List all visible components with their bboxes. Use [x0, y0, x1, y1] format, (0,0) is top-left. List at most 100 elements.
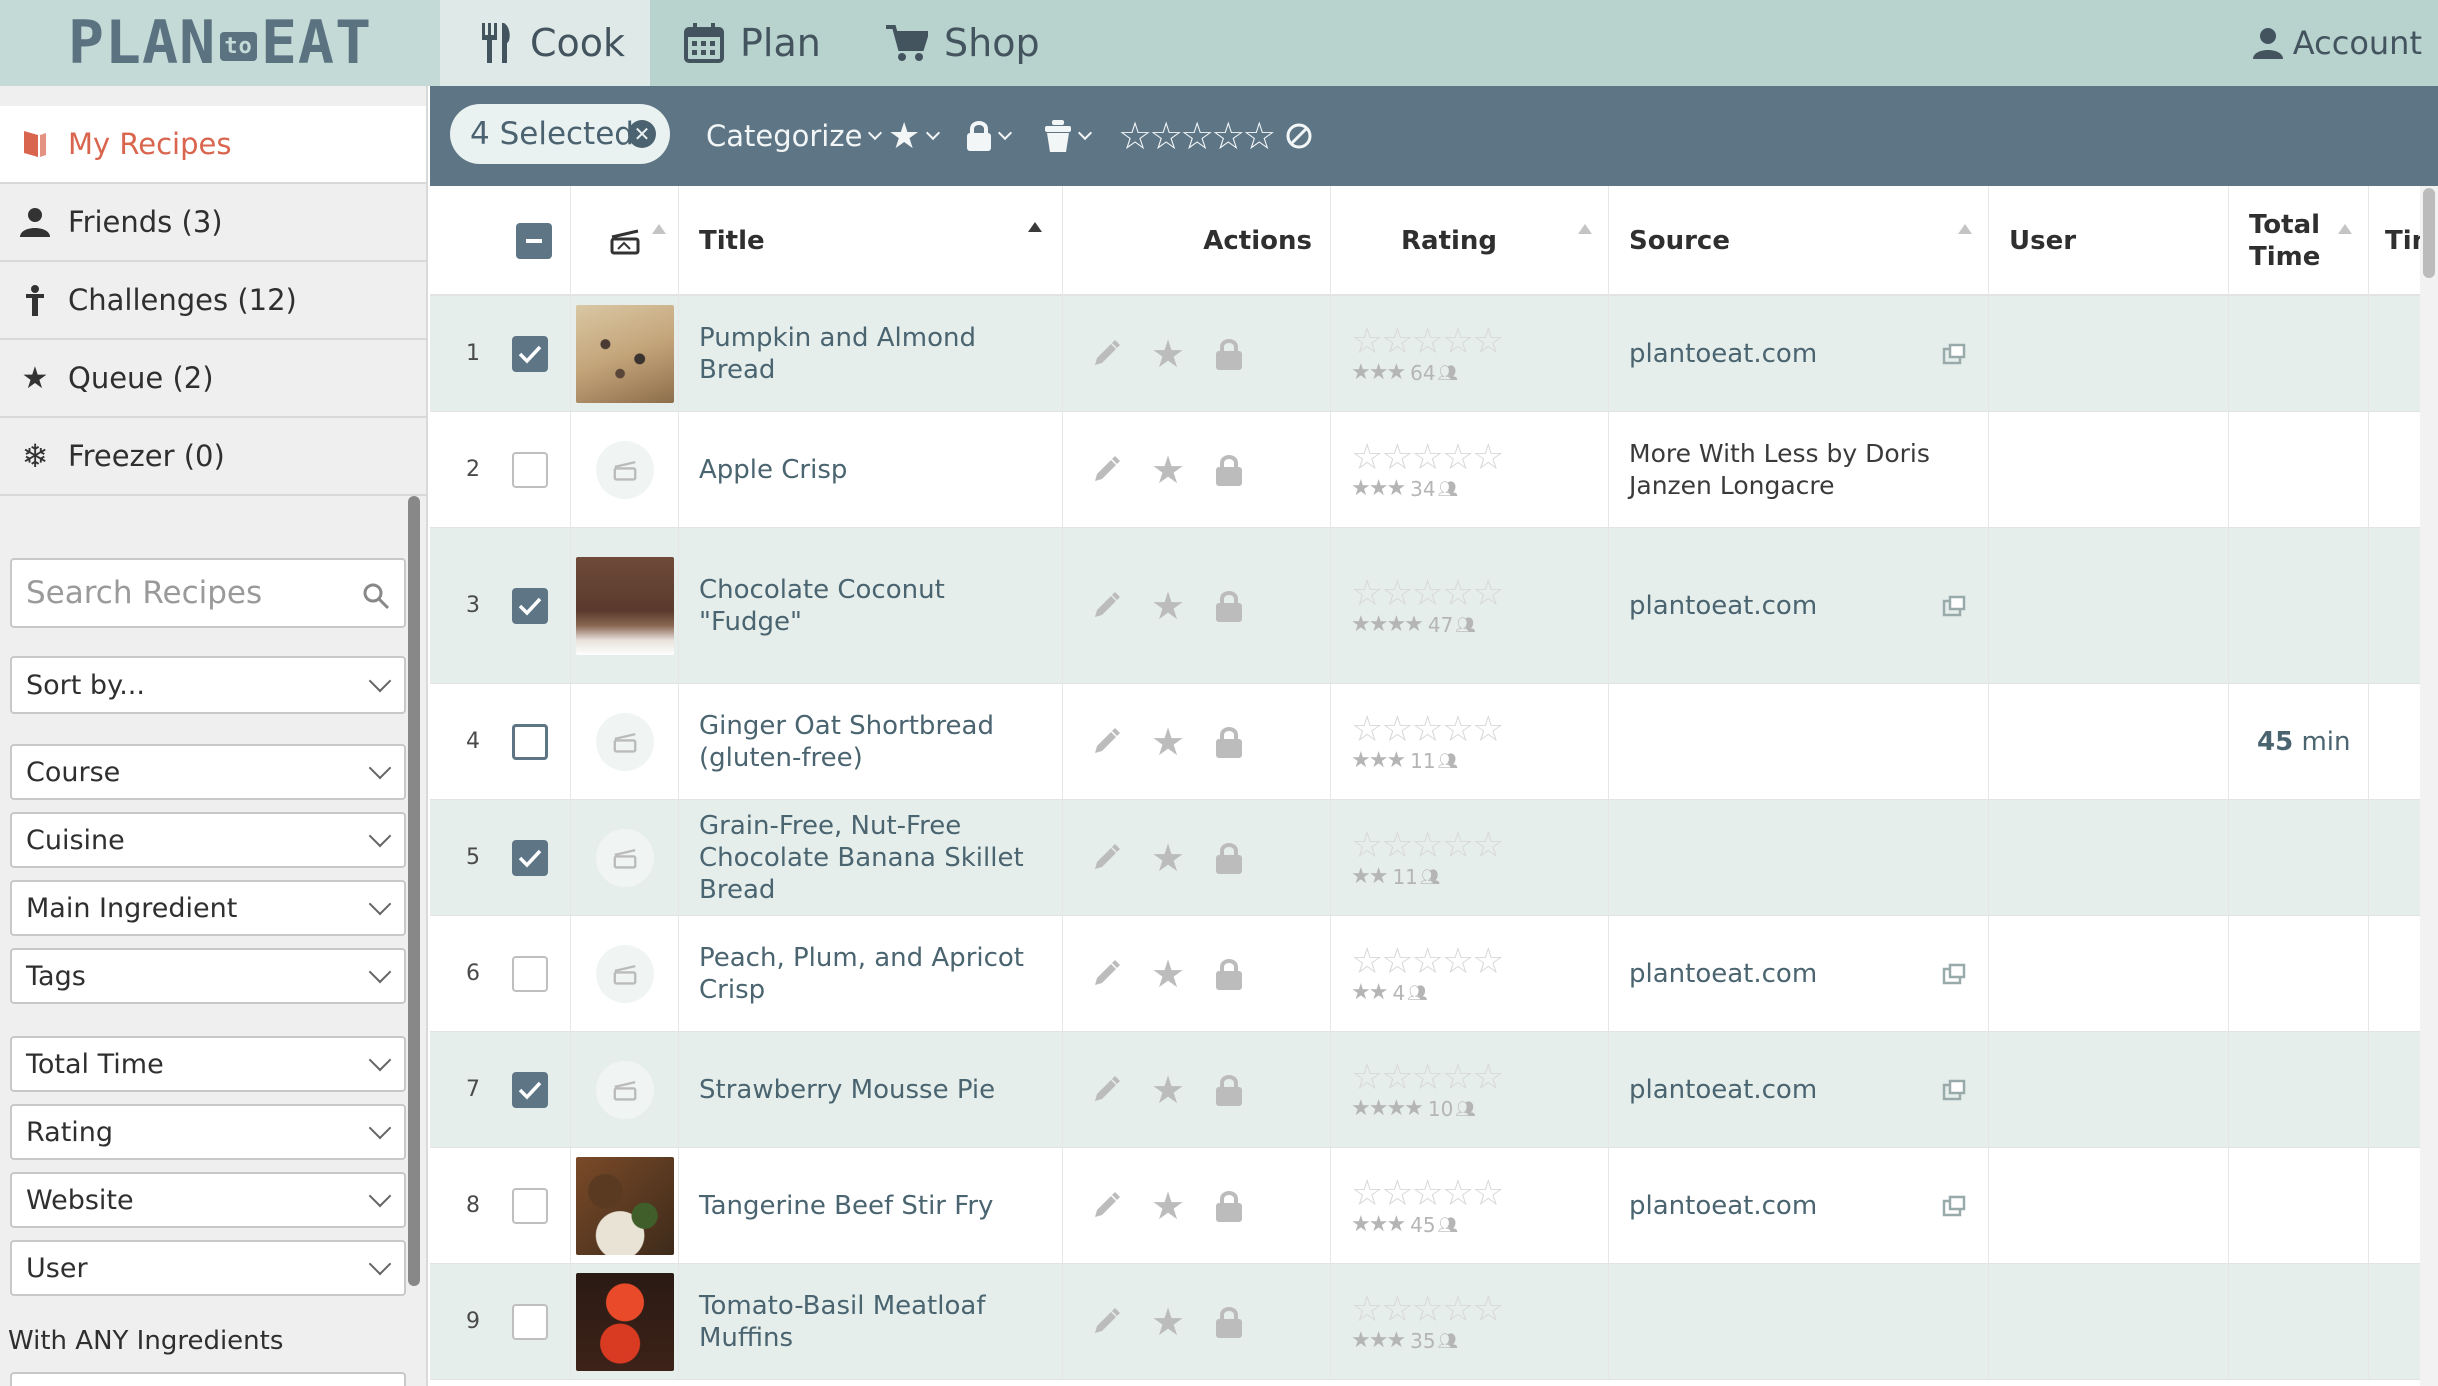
edit-pencil-icon[interactable]	[1091, 843, 1121, 873]
rating-cell[interactable]: ☆☆☆☆☆ ★★ 11 👥︎	[1330, 800, 1608, 915]
recipe-photo[interactable]	[575, 556, 674, 655]
edit-pencil-icon[interactable]	[1091, 1191, 1121, 1221]
my-rating-stars[interactable]: ☆☆☆☆☆	[1351, 827, 1504, 864]
photo-cell[interactable]	[570, 916, 678, 1031]
row-select-cell[interactable]	[490, 412, 570, 527]
photo-placeholder-icon[interactable]	[595, 712, 654, 771]
sort-select[interactable]: Sort by...	[10, 656, 406, 714]
photo-cell[interactable]	[570, 800, 678, 915]
recipe-title-link[interactable]: Tangerine Beef Stir Fry	[679, 1190, 1003, 1222]
rate-stars[interactable]: ☆☆☆☆☆	[1118, 86, 1313, 186]
table-row[interactable]: 1 Pumpkin and Almond Bread ★ ☆☆☆☆☆ ★★★ 64…	[430, 296, 2420, 412]
recipe-title-link[interactable]: Pumpkin and Almond Bread	[679, 322, 1062, 386]
rating-cell[interactable]: ☆☆☆☆☆ ★★★ 34 👥︎	[1330, 412, 1608, 527]
table-row[interactable]: 2 Apple Crisp ★ ☆☆☆☆☆ ★★★ 34 👥︎ More Wit…	[430, 412, 2420, 528]
lock-icon[interactable]	[1215, 841, 1243, 875]
tab-plan[interactable]: Plan	[684, 0, 821, 86]
recipe-title-link[interactable]: Strawberry Mousse Pie	[679, 1074, 1005, 1106]
table-row[interactable]: 3 Chocolate Coconut "Fudge" ★ ☆☆☆☆☆ ★★★★…	[430, 528, 2420, 684]
queue-star-icon[interactable]: ★	[1151, 335, 1185, 373]
photo-cell[interactable]	[570, 684, 678, 799]
recipe-title-link[interactable]: Grain-Free, Nut-Free Chocolate Banana Sk…	[679, 810, 1062, 906]
title-cell[interactable]: Tangerine Beef Stir Fry	[678, 1148, 1062, 1263]
recipe-title-link[interactable]: Apple Crisp	[679, 454, 857, 486]
recipe-title-link[interactable]: Tomato-Basil Meatloaf Muffins	[679, 1290, 1062, 1354]
title-cell[interactable]: Grain-Free, Nut-Free Chocolate Banana Sk…	[678, 800, 1062, 915]
queue-star-icon[interactable]: ★	[1151, 451, 1185, 489]
title-cell[interactable]: Apple Crisp	[678, 412, 1062, 527]
header-title[interactable]: Title	[678, 186, 1062, 296]
row-checkbox[interactable]	[512, 723, 548, 760]
edit-pencil-icon[interactable]	[1091, 591, 1121, 621]
rating-cell[interactable]: ☆☆☆☆☆ ★★★ 11 👥︎	[1330, 684, 1608, 799]
ingredients-input[interactable]	[10, 1372, 406, 1386]
filter-course[interactable]: Course	[10, 744, 406, 800]
clear-rating-icon[interactable]	[1285, 122, 1313, 150]
queue-star-icon[interactable]: ★	[1151, 955, 1185, 993]
queue-menu[interactable]: ★	[888, 86, 941, 186]
filter-main-ingredient[interactable]: Main Ingredient	[10, 880, 406, 936]
title-cell[interactable]: Chocolate Coconut "Fudge"	[678, 528, 1062, 683]
table-scrollbar[interactable]	[2420, 186, 2438, 1386]
row-select-cell[interactable]	[490, 1032, 570, 1147]
row-select-cell[interactable]	[490, 916, 570, 1031]
lock-icon[interactable]	[1215, 337, 1243, 371]
source-link[interactable]: plantoeat.com	[1609, 1074, 1817, 1106]
header-user[interactable]: User	[1988, 186, 2228, 296]
photo-placeholder-icon[interactable]	[595, 440, 654, 499]
edit-pencil-icon[interactable]	[1091, 1075, 1121, 1105]
sidebar-item-freezer[interactable]: ❄ Freezer (0)	[0, 418, 426, 496]
external-link-icon[interactable]	[1942, 343, 1966, 365]
row-checkbox[interactable]	[512, 451, 548, 488]
row-checkbox[interactable]	[512, 587, 548, 624]
photo-placeholder-icon[interactable]	[595, 828, 654, 887]
queue-star-icon[interactable]: ★	[1151, 723, 1185, 761]
table-row[interactable]: 7 Strawberry Mousse Pie ★ ☆☆☆☆☆ ★★★★ 10 👥︎	[430, 1032, 2420, 1148]
filter-cuisine[interactable]: Cuisine	[10, 812, 406, 868]
freezer-menu[interactable]	[1044, 86, 1093, 186]
recipe-title-link[interactable]: Chocolate Coconut "Fudge"	[679, 574, 1062, 638]
header-extra-time[interactable]: Tim	[2368, 186, 2420, 296]
photo-cell[interactable]	[570, 1264, 678, 1379]
rating-cell[interactable]: ☆☆☆☆☆ ★★★ 35 👥︎	[1330, 1264, 1608, 1379]
edit-pencil-icon[interactable]	[1091, 455, 1121, 485]
row-checkbox[interactable]	[512, 1303, 548, 1340]
lock-icon[interactable]	[1215, 725, 1243, 759]
row-checkbox[interactable]	[512, 955, 548, 992]
sidebar-item-friends[interactable]: Friends (3)	[0, 184, 426, 262]
tab-shop[interactable]: Shop	[886, 0, 1040, 86]
lock-icon[interactable]	[1215, 453, 1243, 487]
title-cell[interactable]: Tomato-Basil Meatloaf Muffins	[678, 1264, 1062, 1379]
title-cell[interactable]: Peach, Plum, and Apricot Crisp	[678, 916, 1062, 1031]
table-row[interactable]: 9 Tomato-Basil Meatloaf Muffins ★ ☆☆☆☆☆ …	[430, 1264, 2420, 1380]
title-cell[interactable]: Strawberry Mousse Pie	[678, 1032, 1062, 1147]
categorize-menu[interactable]: Categorize	[706, 86, 883, 186]
source-link[interactable]: plantoeat.com	[1609, 338, 1817, 370]
filter-tags[interactable]: Tags	[10, 948, 406, 1004]
lock-icon[interactable]	[1215, 1305, 1243, 1339]
account-menu[interactable]: Account	[2252, 0, 2422, 86]
edit-pencil-icon[interactable]	[1091, 727, 1121, 757]
external-link-icon[interactable]	[1942, 595, 1966, 617]
photo-cell[interactable]	[570, 412, 678, 527]
photo-cell[interactable]	[570, 1032, 678, 1147]
recipe-photo[interactable]	[575, 1272, 674, 1371]
scrollbar-thumb[interactable]	[2423, 188, 2435, 278]
lock-icon[interactable]	[1215, 1073, 1243, 1107]
my-rating-stars[interactable]: ☆☆☆☆☆	[1351, 439, 1504, 476]
tab-cook[interactable]: Cook	[440, 0, 650, 86]
table-row[interactable]: 4 Ginger Oat Shortbread (gluten-free) ★ …	[430, 684, 2420, 800]
sidebar-scrollbar[interactable]	[408, 496, 420, 1286]
sidebar-item-queue[interactable]: ★ Queue (2)	[0, 340, 426, 418]
my-rating-stars[interactable]: ☆☆☆☆☆	[1351, 1059, 1504, 1096]
source-link[interactable]: plantoeat.com	[1609, 1190, 1817, 1222]
external-link-icon[interactable]	[1942, 963, 1966, 985]
header-photo[interactable]	[570, 186, 678, 296]
filter-website[interactable]: Website	[10, 1172, 406, 1228]
my-rating-stars[interactable]: ☆☆☆☆☆	[1351, 943, 1504, 980]
my-rating-stars[interactable]: ☆☆☆☆☆	[1351, 711, 1504, 748]
privacy-menu[interactable]	[966, 86, 1013, 186]
selected-count-pill[interactable]: 4 Selected ✕	[450, 104, 670, 164]
rating-cell[interactable]: ☆☆☆☆☆ ★★★ 45 👥︎	[1330, 1148, 1608, 1263]
recipe-title-link[interactable]: Peach, Plum, and Apricot Crisp	[679, 942, 1062, 1006]
